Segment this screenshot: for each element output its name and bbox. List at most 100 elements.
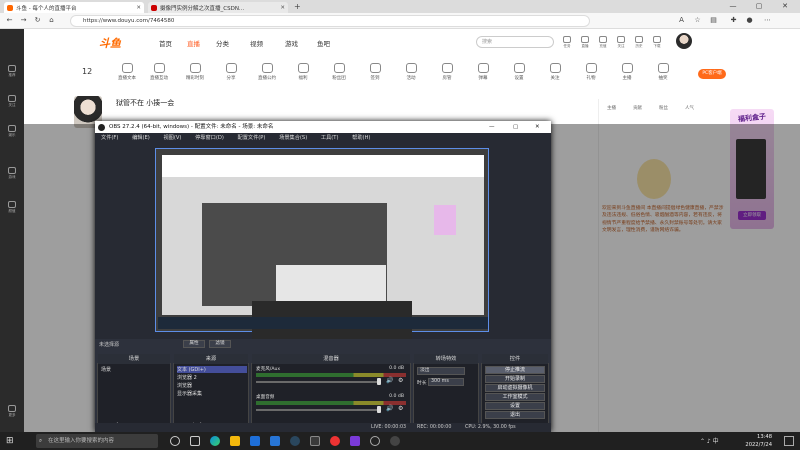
close-window-icon[interactable]: ✕ — [772, 0, 798, 13]
pc-client-button[interactable]: PC客户端 — [698, 69, 726, 79]
category-item[interactable]: 分享 — [220, 63, 242, 89]
menu-file[interactable]: 文件(F) — [101, 135, 118, 141]
category-item[interactable]: 粉丝团 — [328, 63, 350, 89]
file-explorer-icon[interactable] — [230, 436, 240, 446]
studio-mode-button[interactable]: 工作室模式 — [485, 393, 545, 401]
start-recording-button[interactable]: 开始录制 — [485, 375, 545, 383]
source-item[interactable]: 浏览器 2 — [177, 374, 197, 381]
url-field[interactable]: https://www.douyu.com/7464580 — [70, 15, 590, 27]
transition-select[interactable]: 淡出 — [417, 367, 465, 375]
exit-button[interactable]: 退出 — [485, 411, 545, 419]
settings-button[interactable]: 设置 — [485, 402, 545, 410]
cortana-icon[interactable] — [170, 436, 180, 446]
maximize-icon[interactable]: ▢ — [513, 121, 518, 133]
stop-streaming-button[interactable]: 停止推流 — [485, 366, 545, 374]
nav-video[interactable]: 视频 — [250, 38, 263, 48]
menu-edit[interactable]: 编辑(E) — [132, 135, 150, 141]
header-task-button[interactable]: 任务 — [560, 36, 574, 52]
browser-tab-csdn[interactable]: 摄像門实例分解之次直播_CSDN... ✕ — [148, 2, 288, 13]
back-icon[interactable]: ← — [4, 15, 15, 26]
app-icon[interactable] — [390, 436, 400, 446]
tray-icons[interactable]: ⌃ ♪ 中 — [700, 436, 719, 445]
rank-tab[interactable]: 粉丝 — [659, 105, 668, 111]
scene-item[interactable]: 场景 — [101, 366, 111, 373]
nav-category[interactable]: 分类 — [216, 38, 229, 48]
sidebar-item-more[interactable]: 更多 — [4, 405, 20, 419]
steam-icon[interactable] — [290, 436, 300, 446]
header-recharge-button[interactable]: 充值 — [596, 36, 610, 52]
category-item[interactable]: 直播互动 — [148, 63, 170, 89]
sidebar-item-recommend[interactable]: 推荐 — [4, 65, 20, 79]
obs-preview[interactable] — [155, 148, 489, 351]
category-item[interactable]: 抽奖 — [652, 63, 674, 89]
rank-tab[interactable]: 贡献 — [633, 105, 642, 111]
virtual-camera-button[interactable]: 启动虚拟摄像机 — [485, 384, 545, 392]
category-item[interactable]: 福利 — [292, 63, 314, 89]
speaker-icon[interactable]: 🔊 — [386, 405, 393, 412]
taskbar-clock[interactable]: 13:48 2022/7/24 — [745, 433, 772, 449]
volume-slider-knob[interactable] — [377, 406, 381, 413]
category-item[interactable]: 直播公约 — [256, 63, 278, 89]
source-item[interactable]: 显示器采集 — [177, 390, 202, 397]
speaker-icon[interactable]: 🔊 — [386, 377, 393, 384]
mail-icon[interactable] — [270, 436, 280, 446]
header-live-button[interactable]: 直播 — [578, 36, 592, 52]
gear-icon[interactable]: ⚙ — [398, 405, 403, 412]
app-icon[interactable] — [330, 436, 340, 446]
forward-icon[interactable]: → — [18, 15, 29, 26]
category-item[interactable]: 直播文本 — [116, 63, 138, 89]
menu-view[interactable]: 视图(V) — [163, 135, 181, 141]
rank-tab[interactable]: 主播 — [607, 105, 616, 111]
category-item[interactable]: 礼物 — [580, 63, 602, 89]
edge-icon[interactable] — [210, 436, 220, 446]
category-item[interactable]: 主播 — [616, 63, 638, 89]
favorite-star-icon[interactable]: ☆ — [692, 15, 703, 26]
maximize-icon[interactable]: ▢ — [746, 0, 772, 13]
header-history-button[interactable]: 历史 — [632, 36, 646, 52]
duration-input[interactable]: 300 ms — [428, 378, 464, 386]
browser-tab-douyu[interactable]: 斗鱼 - 每个人的直播平台 ✕ — [4, 2, 144, 13]
menu-tools[interactable]: 工具(T) — [321, 135, 339, 141]
category-item[interactable]: 签到 — [364, 63, 386, 89]
header-follow-button[interactable]: 关注 — [614, 36, 628, 52]
refresh-icon[interactable]: ↻ — [32, 15, 43, 26]
sidebar-item-entertainment[interactable]: 娱乐 — [4, 125, 20, 139]
windows-start-icon[interactable]: ⊞ — [6, 436, 16, 446]
sidebar-item-games[interactable]: 游戏 — [4, 167, 20, 181]
source-item[interactable]: 浏览器 — [177, 382, 192, 389]
extensions-icon[interactable]: ✚ — [728, 15, 739, 26]
gear-icon[interactable]: ⚙ — [398, 377, 403, 384]
notification-icon[interactable] — [784, 436, 794, 446]
more-menu-icon[interactable]: ⋯ — [762, 15, 773, 26]
category-item[interactable]: 精彩时刻 — [184, 63, 206, 89]
category-item[interactable]: 活动 — [400, 63, 422, 89]
volume-slider[interactable] — [256, 409, 381, 411]
store-icon[interactable] — [250, 436, 260, 446]
category-item[interactable]: 关注 — [544, 63, 566, 89]
category-item[interactable]: 房管 — [436, 63, 458, 89]
category-item[interactable]: 设置 — [508, 63, 530, 89]
properties-button[interactable]: 属性 — [183, 340, 205, 348]
user-avatar[interactable] — [676, 33, 692, 49]
close-tab-icon[interactable]: ✕ — [136, 5, 141, 11]
task-view-icon[interactable] — [190, 436, 200, 446]
minimize-icon[interactable]: — — [720, 0, 746, 13]
header-download-button[interactable]: 下载 — [650, 36, 664, 52]
source-item[interactable]: 文本 (GDI+) — [177, 366, 247, 373]
search-input[interactable]: 搜索 — [476, 36, 554, 48]
rank-tab[interactable]: 人气 — [685, 105, 694, 111]
douyu-logo[interactable]: 斗鱼 — [99, 35, 121, 51]
menu-docks[interactable]: 停靠窗口(D) — [195, 135, 224, 141]
filters-button[interactable]: 滤镜 — [209, 340, 231, 348]
app-icon[interactable] — [350, 436, 360, 446]
read-aloud-icon[interactable]: A — [676, 15, 687, 26]
nav-home[interactable]: 首页 — [159, 38, 172, 48]
close-tab-icon[interactable]: ✕ — [280, 5, 285, 11]
nav-games[interactable]: 游戏 — [285, 38, 298, 48]
menu-help[interactable]: 帮助(H) — [352, 135, 370, 141]
new-tab-icon[interactable]: + — [294, 2, 301, 11]
taskbar-search[interactable]: ⌕ 在这里输入你要搜索的内容 — [36, 434, 158, 448]
sidebar-item-beauty[interactable]: 颜值 — [4, 201, 20, 215]
volume-slider[interactable] — [256, 381, 381, 383]
home-icon[interactable]: ⌂ — [46, 15, 57, 26]
